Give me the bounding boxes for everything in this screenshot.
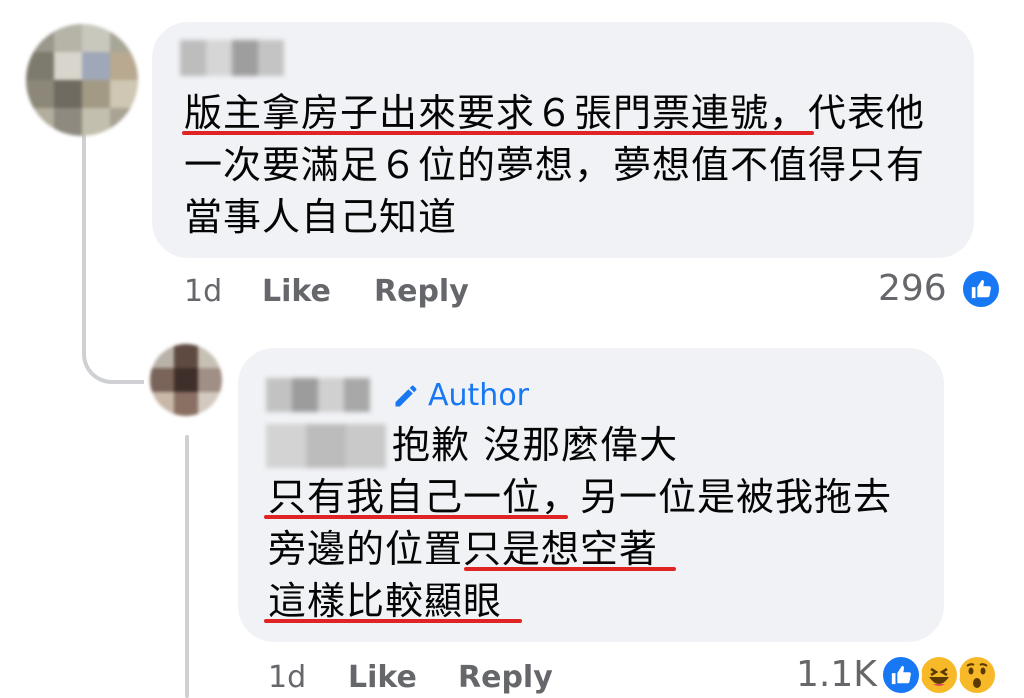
like-label[interactable]: Like — [262, 274, 331, 309]
comment-time[interactable]: 1d — [184, 274, 222, 309]
reaction-count[interactable]: 1.1K — [796, 654, 877, 695]
like-link[interactable]: Like — [348, 660, 417, 695]
avatar[interactable] — [26, 24, 138, 136]
thread-line-curve — [82, 330, 144, 384]
reply-link[interactable]: Reply — [458, 660, 553, 695]
thread-line-vertical — [82, 132, 86, 352]
reaction-count[interactable]: 296 — [878, 268, 947, 309]
comment-text-line: 當事人自己知道 — [184, 195, 458, 239]
author-label: Author — [428, 378, 530, 413]
reply-text-line: 抱歉 沒那麼偉大 — [392, 423, 679, 467]
comment-time[interactable]: 1d — [268, 660, 306, 695]
comment-text-line: 一次要滿足６位的夢想，夢想值不值得只有 — [184, 143, 926, 187]
like-link[interactable]: Like — [262, 274, 331, 309]
haha-icon[interactable] — [918, 654, 960, 696]
thread-line-reply — [185, 435, 189, 698]
reply-label[interactable]: Reply — [458, 660, 553, 695]
like-icon[interactable] — [880, 654, 922, 696]
red-underline — [264, 515, 568, 519]
wow-icon[interactable] — [956, 654, 998, 696]
commenter-name[interactable] — [180, 40, 284, 76]
like-label[interactable]: Like — [348, 660, 417, 695]
reply-link[interactable]: Reply — [374, 274, 469, 309]
red-underline — [464, 567, 676, 571]
avatar[interactable] — [150, 344, 222, 416]
red-underline — [264, 619, 522, 623]
commenter-name[interactable] — [266, 378, 370, 412]
author-badge: Author — [392, 378, 529, 413]
pencil-icon — [395, 385, 417, 406]
red-underline — [182, 131, 814, 135]
reply-label[interactable]: Reply — [374, 274, 469, 309]
mention-name[interactable] — [266, 424, 386, 468]
like-icon[interactable] — [960, 268, 1002, 310]
